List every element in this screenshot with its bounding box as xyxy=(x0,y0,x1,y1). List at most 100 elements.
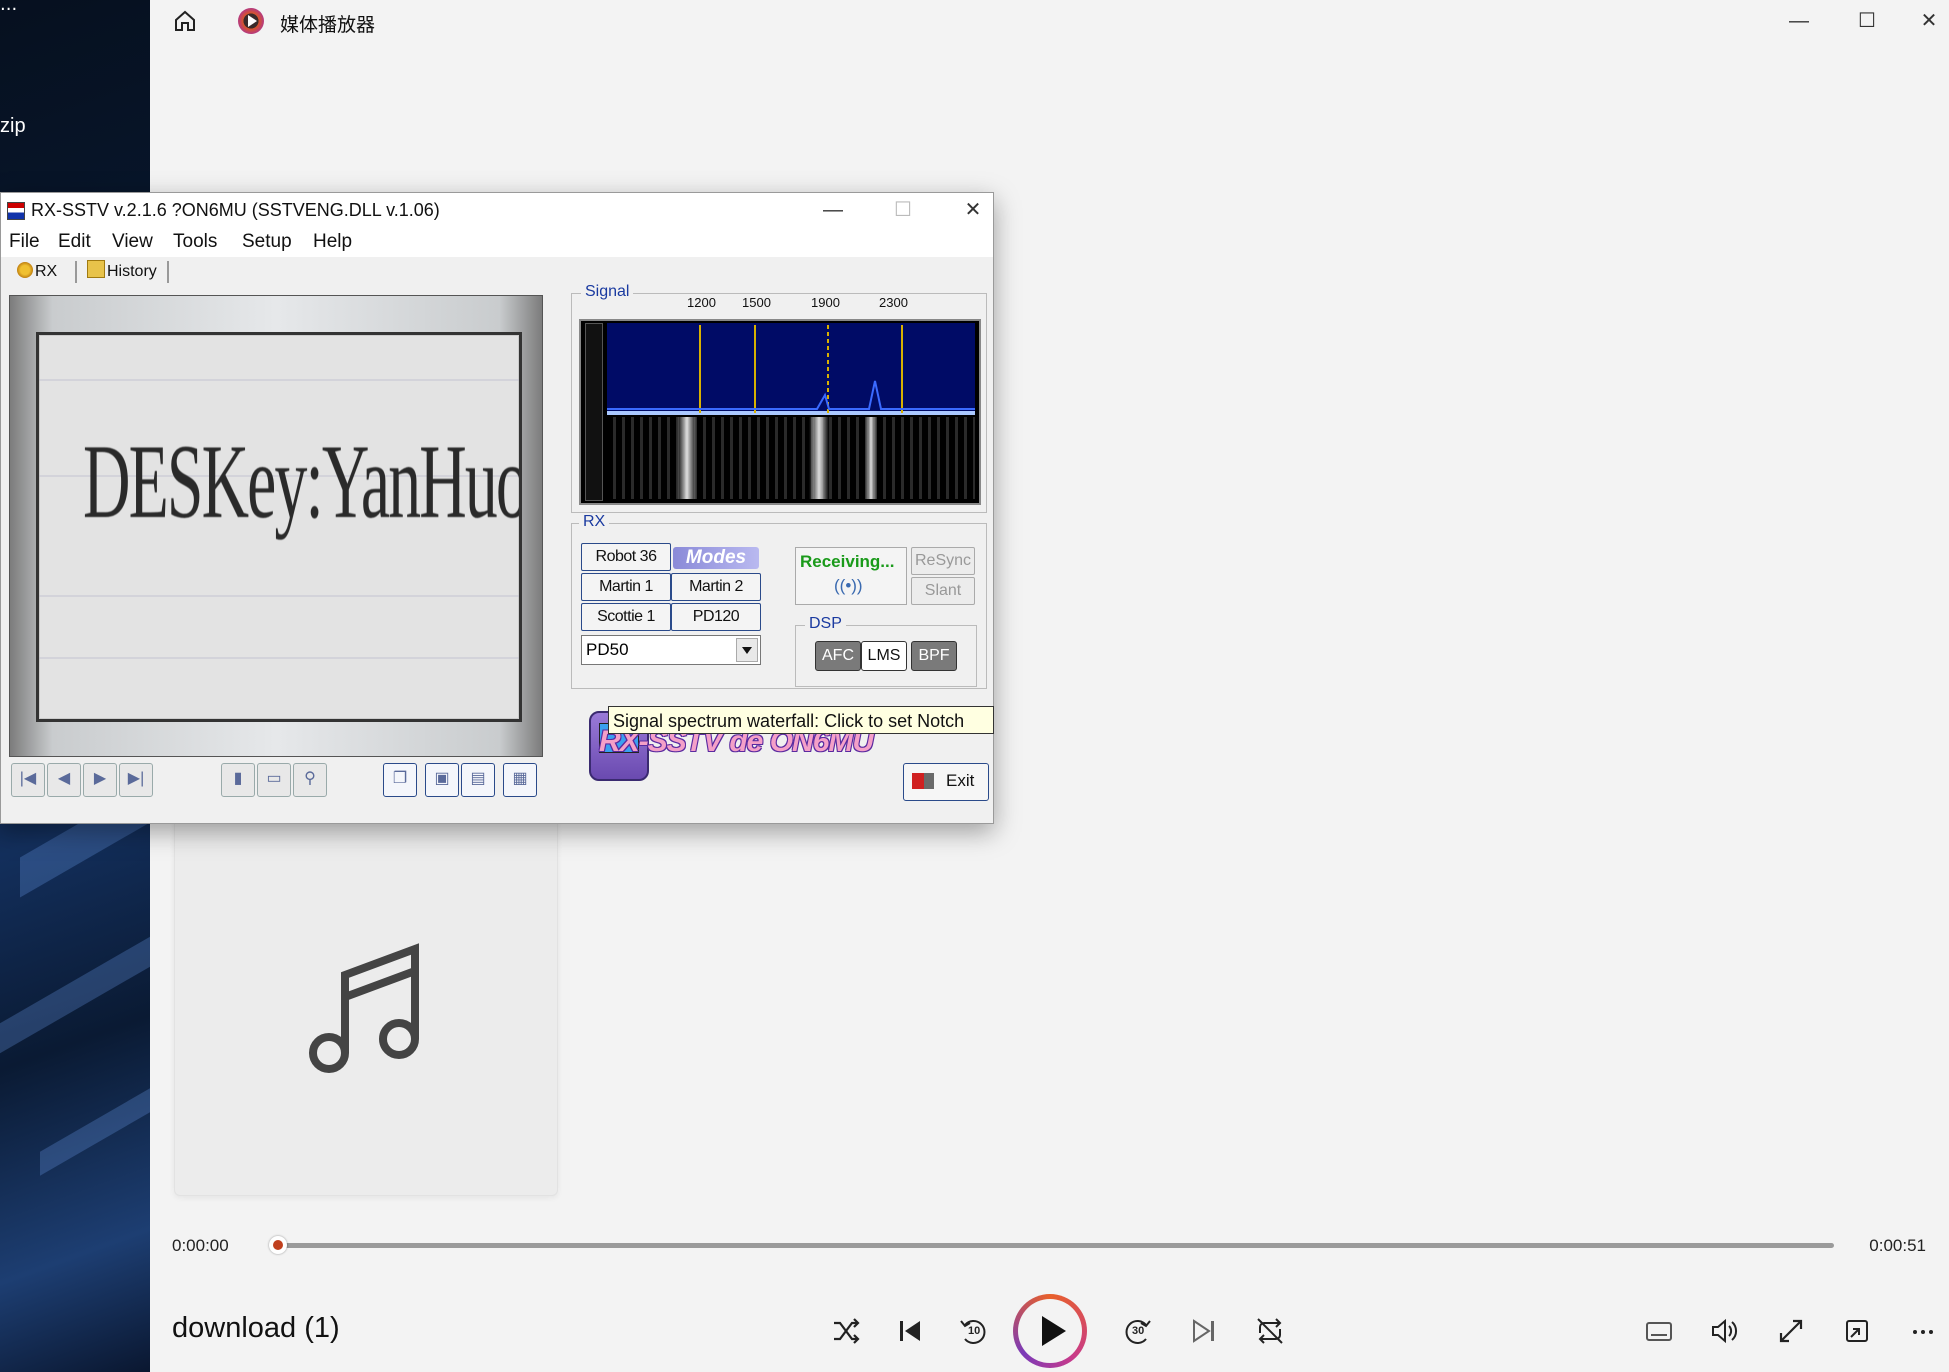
next-icon[interactable] xyxy=(1184,1311,1224,1351)
lms-toggle[interactable]: LMS xyxy=(861,641,907,671)
print-icon[interactable]: ▦ xyxy=(503,763,537,797)
tab-rx-label: RX xyxy=(35,263,58,280)
title-bar: RX-SSTV v.2.1.6 ?ON6MU (SSTVENG.DLL v.1.… xyxy=(1,193,993,227)
app-icon xyxy=(7,202,25,220)
play-button[interactable] xyxy=(1013,1294,1087,1368)
waterfall-display[interactable] xyxy=(607,417,975,499)
save-icon[interactable]: ▣ xyxy=(425,763,459,797)
title-bar: 媒体播放器 — ☐ ✕ xyxy=(150,0,1949,44)
bpf-toggle[interactable]: BPF xyxy=(911,641,957,671)
menu-setup[interactable]: Setup xyxy=(242,231,292,253)
app-icon xyxy=(238,8,264,34)
signal-level-meter xyxy=(585,323,603,501)
frequency-tick: 2300 xyxy=(879,295,908,310)
shuffle-icon[interactable] xyxy=(826,1311,866,1351)
open-folder-icon[interactable]: ▭ xyxy=(257,763,291,797)
home-icon[interactable] xyxy=(172,8,198,34)
album-art-card xyxy=(174,780,558,1196)
image-toolbar: |◀ ◀ ▶ ▶| ▮ ▭ ⚲ ❐ ▣ ▤ ▦ xyxy=(9,759,541,801)
volume-icon[interactable] xyxy=(1705,1311,1745,1351)
repeat-off-icon[interactable] xyxy=(1250,1311,1290,1351)
mode-martin1-button[interactable]: Martin 1 xyxy=(581,573,671,601)
tab-divider xyxy=(167,261,169,283)
folder-icon xyxy=(87,260,105,278)
frequency-tick: 1200 xyxy=(687,295,716,310)
more-options-icon[interactable] xyxy=(1903,1311,1943,1351)
track-title: download (1) xyxy=(172,1312,340,1344)
desktop-item-label: ... xyxy=(0,0,18,15)
zoom-icon[interactable]: ⚲ xyxy=(293,763,327,797)
rx-sstv-window: RX-SSTV v.2.1.6 ?ON6MU (SSTVENG.DLL v.1.… xyxy=(0,192,994,824)
spectrum-display[interactable] xyxy=(607,323,975,415)
exit-icon xyxy=(912,773,934,789)
total-time: 0:00:51 xyxy=(1869,1236,1926,1255)
scan-line xyxy=(39,379,519,381)
spectrum-waterfall[interactable] xyxy=(579,319,981,505)
menu-view[interactable]: View xyxy=(112,231,153,253)
signal-label: Signal xyxy=(581,283,634,301)
exit-button[interactable]: Exit xyxy=(903,763,989,801)
save-as-icon[interactable]: ▤ xyxy=(461,763,495,797)
menu-help[interactable]: Help xyxy=(313,231,352,253)
spectrum-trace xyxy=(607,380,975,410)
frequency-tick: 1900 xyxy=(811,295,840,310)
menu-tools[interactable]: Tools xyxy=(173,231,217,253)
rx-label: RX xyxy=(579,513,610,531)
window-title: RX-SSTV v.2.1.6 ?ON6MU (SSTVENG.DLL v.1.… xyxy=(31,200,440,220)
waterfall-trace xyxy=(677,417,697,499)
mode-robot36-button[interactable]: Robot 36 xyxy=(581,543,671,571)
mode-select-value: PD50 xyxy=(586,640,629,659)
previous-image-icon[interactable]: ◀ xyxy=(47,763,81,797)
first-image-icon[interactable]: |◀ xyxy=(11,763,45,797)
image-text: DESKey:YanHuoLG xyxy=(83,423,522,540)
frequency-tick: 1500 xyxy=(742,295,771,310)
mini-player-icon[interactable] xyxy=(1837,1311,1877,1351)
tooltip: Signal spectrum waterfall: Click to set … xyxy=(608,706,994,734)
delete-icon[interactable]: ▮ xyxy=(221,763,255,797)
minimize-button[interactable]: — xyxy=(813,195,853,225)
receive-status-text: Receiving... xyxy=(800,552,895,571)
fullscreen-icon[interactable] xyxy=(1771,1311,1811,1351)
received-image: DESKey:YanHuoLG xyxy=(36,332,522,722)
tab-divider xyxy=(75,261,77,283)
mode-martin2-button[interactable]: Martin 2 xyxy=(671,573,761,601)
chevron-down-icon[interactable] xyxy=(736,638,758,662)
tab-bar: RX History xyxy=(1,259,991,285)
maximize-button[interactable]: ☐ xyxy=(883,195,923,225)
mode-scottie1-button[interactable]: Scottie 1 xyxy=(581,603,671,631)
receive-status[interactable]: Receiving... ((•)) xyxy=(795,547,907,605)
slant-button[interactable]: Slant xyxy=(911,577,975,605)
close-button[interactable]: ✕ xyxy=(953,195,993,225)
mode-pd120-button[interactable]: PD120 xyxy=(671,603,761,631)
tab-rx[interactable]: RX xyxy=(17,259,57,285)
mode-select[interactable]: PD50 xyxy=(581,635,761,665)
captions-icon[interactable] xyxy=(1639,1311,1679,1351)
copy-icon[interactable]: ❐ xyxy=(383,763,417,797)
afc-toggle[interactable]: AFC xyxy=(815,641,861,671)
last-image-icon[interactable]: ▶| xyxy=(119,763,153,797)
skip-forward-icon[interactable]: 30 xyxy=(1118,1311,1158,1351)
music-note-icon xyxy=(307,941,427,1081)
next-image-icon[interactable]: ▶ xyxy=(83,763,117,797)
skip-back-seconds: 10 xyxy=(968,1325,981,1337)
seek-bar[interactable] xyxy=(278,1243,1834,1248)
waterfall-trace xyxy=(809,417,829,499)
minimize-button[interactable]: — xyxy=(1779,6,1819,36)
app-title: 媒体播放器 xyxy=(280,15,376,36)
elapsed-time: 0:00:00 xyxy=(172,1236,229,1255)
seek-thumb[interactable] xyxy=(269,1236,287,1254)
desktop-item-label[interactable]: zip xyxy=(0,115,26,138)
skip-back-icon[interactable]: 10 xyxy=(953,1311,993,1351)
previous-icon[interactable] xyxy=(890,1311,930,1351)
close-button[interactable]: ✕ xyxy=(1909,6,1949,36)
skip-forward-seconds: 30 xyxy=(1132,1325,1145,1337)
menu-file[interactable]: File xyxy=(9,231,40,253)
menu-edit[interactable]: Edit xyxy=(58,231,91,253)
maximize-button[interactable]: ☐ xyxy=(1847,6,1887,36)
tab-history-label: History xyxy=(107,263,157,280)
received-image-frame: DESKey:YanHuoLG xyxy=(9,295,543,757)
resync-button[interactable]: ReSync xyxy=(911,547,975,575)
exit-label: Exit xyxy=(946,771,975,790)
play-icon[interactable] xyxy=(1018,1299,1082,1363)
tab-history[interactable]: History xyxy=(87,259,157,285)
